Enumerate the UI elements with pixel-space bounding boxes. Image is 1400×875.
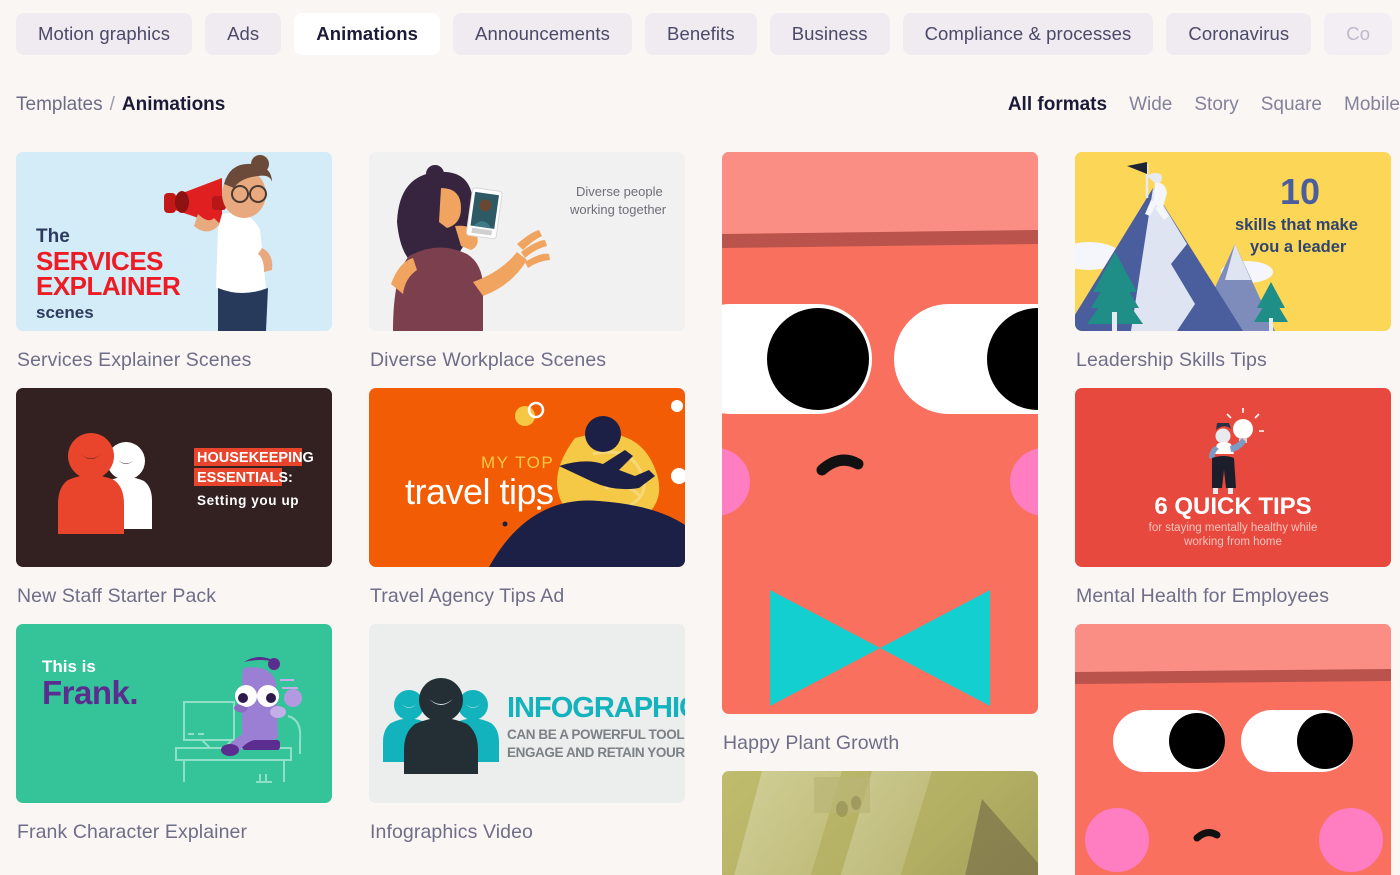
template-card-olive-clip[interactable]	[722, 771, 1038, 875]
svg-text:scenes: scenes	[36, 303, 94, 322]
template-card-leadership[interactable]: 10 skills that make you a leader Leaders…	[1075, 152, 1391, 372]
artwork-frank: This is Frank.	[16, 624, 332, 803]
artwork-travel-tips: MY TOP travel tips	[369, 388, 685, 567]
svg-text:Diverse people: Diverse people	[576, 184, 663, 199]
chip-ads[interactable]: Ads	[205, 13, 282, 55]
svg-text:6 QUICK TIPS: 6 QUICK TIPS	[1154, 493, 1311, 520]
template-caption: New Staff Starter Pack	[17, 585, 217, 607]
svg-text:The: The	[36, 226, 70, 247]
artwork-mental-health: 6 QUICK TIPS for staying mentally health…	[1075, 388, 1391, 567]
svg-text:Setting you up: Setting you up	[197, 493, 299, 508]
template-card-services-explainer[interactable]: The SERVICES EXPLAINER scenes Services E…	[16, 152, 332, 372]
svg-text:for staying mentally healthy w: for staying mentally healthy while	[1149, 522, 1318, 534]
template-grid: The SERVICES EXPLAINER scenes Services E…	[16, 152, 1400, 875]
chip-business[interactable]: Business	[769, 13, 890, 55]
template-card-travel-tips[interactable]: MY TOP travel tips Travel Agency Tips Ad	[369, 388, 685, 608]
svg-text:10: 10	[1280, 171, 1320, 212]
category-chip-bar[interactable]: Motion graphics Ads Animations Announcem…	[0, 0, 1400, 68]
breadcrumb: Templates / Animations	[16, 84, 225, 126]
format-filter-group[interactable]: All formats Wide Story Square Mobile	[1008, 84, 1400, 126]
svg-text:travel tips: travel tips	[405, 471, 554, 512]
template-caption: Leadership Skills Tips	[1076, 349, 1267, 371]
svg-text:MY TOP: MY TOP	[481, 453, 554, 472]
chip-motion-graphics[interactable]: Motion graphics	[16, 13, 193, 55]
thumbnail-happy-plant[interactable]	[722, 152, 1038, 714]
format-filter-wide[interactable]: Wide	[1129, 94, 1172, 116]
thumbnail-olive-clip[interactable]	[722, 771, 1038, 875]
template-card-mental-health[interactable]: 6 QUICK TIPS for staying mentally health…	[1075, 388, 1391, 608]
thumbnail-happy-plant-2[interactable]	[1075, 624, 1391, 875]
sub-header-bar: Templates / Animations All formats Wide St…	[0, 84, 1400, 126]
thumbnail-frank[interactable]: This is Frank.	[16, 624, 332, 803]
template-caption: Happy Plant Growth	[723, 732, 900, 754]
svg-text:working from home: working from home	[1183, 536, 1282, 548]
thumbnail-diverse-workplace[interactable]: Diverse people working together	[369, 152, 685, 331]
artwork-services-explainer: The SERVICES EXPLAINER scenes	[16, 152, 332, 331]
svg-text:working together: working together	[569, 202, 667, 217]
template-card-happy-plant-2[interactable]	[1075, 624, 1391, 875]
template-card-diverse-workplace[interactable]: Diverse people working together Diverse …	[369, 152, 685, 372]
grid-column-1: The SERVICES EXPLAINER scenes Services E…	[16, 152, 332, 875]
thumbnail-infographics[interactable]: INFOGRAPHICS CAN BE A POWERFUL TOOL TO E…	[369, 624, 685, 803]
svg-text:INFOGRAPHICS: INFOGRAPHICS	[507, 692, 685, 724]
svg-text:EXPLAINER: EXPLAINER	[36, 271, 181, 301]
thumbnail-services-explainer[interactable]: The SERVICES EXPLAINER scenes	[16, 152, 332, 331]
template-caption: Diverse Workplace Scenes	[370, 349, 607, 371]
template-caption: Services Explainer Scenes	[17, 349, 252, 371]
format-filter-all[interactable]: All formats	[1008, 94, 1107, 116]
thumbnail-new-staff[interactable]: HOUSEKEEPING ESSENTIALS: Setting you up	[16, 388, 332, 567]
template-card-frank[interactable]: This is Frank. Frank Character Explainer	[16, 624, 332, 844]
svg-text:skills that make: skills that make	[1235, 216, 1358, 234]
chip-partial-next[interactable]: Co	[1324, 13, 1393, 55]
grid-column-4: 10 skills that make you a leader Leaders…	[1075, 152, 1391, 875]
svg-text:HOUSEKEEPING: HOUSEKEEPING	[197, 450, 314, 466]
artwork-happy-plant	[722, 152, 1038, 714]
breadcrumb-separator: /	[109, 94, 115, 115]
template-caption: Frank Character Explainer	[17, 821, 248, 843]
breadcrumb-root[interactable]: Templates	[16, 94, 103, 115]
chip-announcements[interactable]: Announcements	[453, 13, 633, 55]
thumbnail-travel-tips[interactable]: MY TOP travel tips	[369, 388, 685, 567]
format-filter-mobile[interactable]: Mobile	[1344, 94, 1400, 116]
chip-benefits[interactable]: Benefits	[645, 13, 757, 55]
template-card-happy-plant[interactable]: Happy Plant Growth	[722, 152, 1038, 755]
svg-text:ENGAGE AND RETAIN YOUR AUDIENC: ENGAGE AND RETAIN YOUR AUDIENCE	[507, 745, 685, 760]
grid-column-3: Happy Plant Growth	[722, 152, 1038, 875]
svg-text:Frank.: Frank.	[42, 674, 138, 711]
chip-coronavirus[interactable]: Coronavirus	[1166, 13, 1312, 55]
artwork-leadership: 10 skills that make you a leader	[1075, 152, 1391, 331]
template-caption: Travel Agency Tips Ad	[370, 585, 565, 607]
artwork-new-staff: HOUSEKEEPING ESSENTIALS: Setting you up	[16, 388, 332, 567]
artwork-olive-clip	[722, 771, 1038, 875]
template-caption: Infographics Video	[370, 821, 533, 843]
svg-text:CAN BE A POWERFUL TOOL TO: CAN BE A POWERFUL TOOL TO	[507, 727, 685, 742]
chip-animations[interactable]: Animations	[294, 13, 441, 55]
artwork-infographics: INFOGRAPHICS CAN BE A POWERFUL TOOL TO E…	[369, 624, 685, 803]
svg-text:ESSENTIALS:: ESSENTIALS:	[197, 470, 293, 486]
template-card-new-staff[interactable]: HOUSEKEEPING ESSENTIALS: Setting you up …	[16, 388, 332, 608]
templates-gallery-page: Motion graphics Ads Animations Announcem…	[0, 0, 1400, 875]
chip-compliance-processes[interactable]: Compliance & processes	[902, 13, 1154, 55]
artwork-diverse-workplace: Diverse people working together	[369, 152, 685, 331]
thumbnail-leadership[interactable]: 10 skills that make you a leader	[1075, 152, 1391, 331]
artwork-happy-plant-2	[1075, 624, 1391, 875]
template-card-infographics[interactable]: INFOGRAPHICS CAN BE A POWERFUL TOOL TO E…	[369, 624, 685, 844]
format-filter-story[interactable]: Story	[1194, 94, 1238, 116]
svg-text:you a leader: you a leader	[1250, 238, 1347, 256]
thumbnail-mental-health[interactable]: 6 QUICK TIPS for staying mentally health…	[1075, 388, 1391, 567]
format-filter-square[interactable]: Square	[1261, 94, 1322, 116]
grid-column-2: Diverse people working together Diverse …	[369, 152, 685, 875]
template-caption: Mental Health for Employees	[1076, 585, 1330, 607]
breadcrumb-current: Animations	[121, 94, 226, 115]
